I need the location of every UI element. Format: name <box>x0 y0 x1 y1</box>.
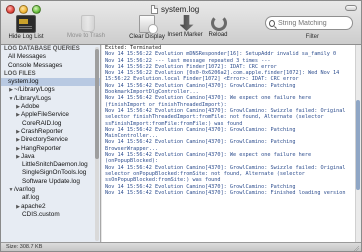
search-icon <box>269 19 275 27</box>
document-icon <box>151 4 158 14</box>
trash-icon <box>80 15 95 32</box>
sidebar-section-header: LOG FILES <box>1 70 100 78</box>
sidebar-folder[interactable]: ▶HangReporter <box>1 145 100 153</box>
sidebar-section-header: LOG DATABASE QUERIES <box>1 45 100 53</box>
reload-button[interactable]: Reload <box>196 15 240 38</box>
sidebar-item-label: ~/Library/Logs <box>14 86 55 94</box>
move-to-trash-button[interactable]: Move to Trash <box>64 15 108 39</box>
close-window-button[interactable] <box>6 5 15 14</box>
sidebar-item-label: system.log <box>8 78 39 86</box>
sidebar-item[interactable]: CDIS.custom <box>1 211 100 219</box>
sidebar-item-label: Adobe <box>21 103 40 111</box>
sidebar-item-label: HangReporter <box>21 144 62 152</box>
sidebar-folder[interactable]: ▶AppleFileService <box>1 111 100 119</box>
sidebar-folder[interactable]: ▶Java <box>1 153 100 161</box>
filter-search-field[interactable] <box>265 16 353 30</box>
sidebar-folder[interactable]: ▼/Library/Logs <box>1 95 100 103</box>
sidebar-item-label: alf.log <box>22 194 40 202</box>
log-line: Nov 14 15:56:22 Evolution mDNSResponder[… <box>105 51 337 58</box>
sidebar-scroll-thumb[interactable] <box>95 49 99 159</box>
sidebar-item[interactable]: Console Messages <box>1 62 100 70</box>
sidebar-folder[interactable]: ▼/var/log <box>1 186 100 194</box>
log-list-sidebar: LOG DATABASE QUERIES All Messages Console … <box>1 45 101 242</box>
log-list: LOG DATABASE QUERIES All Messages Console … <box>1 45 100 219</box>
sidebar-item-label: LOG FILES <box>4 70 36 77</box>
sidebar-item-label: CoreRAID.log <box>22 119 62 127</box>
reload-icon <box>211 15 227 31</box>
clear-display-label: Clear Display <box>129 34 165 40</box>
sidebar-folder[interactable]: ▶Adobe <box>1 103 100 111</box>
log-line: Nov 14 15:56:42 Evolution Camino[4370]: … <box>105 164 346 171</box>
file-size-text: Size: 308.7 KB <box>6 244 43 250</box>
sidebar-folder[interactable]: ▶~/Library/Logs <box>1 86 100 94</box>
hide-log-list-label: Hide Log List <box>8 34 44 40</box>
sidebar-item-label: Java <box>21 152 35 160</box>
sidebar-item[interactable]: SingleSignOnTools.log <box>1 169 100 177</box>
log-line: selector finishThreadedImport:fromFile: … <box>105 114 324 121</box>
sidebar-item[interactable]: Software Update.log <box>1 178 100 186</box>
sidebar-item-label: CDIS.custom <box>22 210 60 218</box>
sidebar-item-label: Software Update.log <box>22 177 80 185</box>
sidebar-item-label: LittleSnitchDaemon.log <box>22 161 88 169</box>
reload-label: Reload <box>208 32 228 38</box>
sidebar-item[interactable]: system.log <box>1 78 100 87</box>
log-line: Nov 14 15:56:42 Evolution Camino[4370]: … <box>105 189 346 196</box>
sidebar-item-label: /Library/Logs <box>14 94 51 102</box>
sidebar-item-label: AppleFileService <box>21 111 69 119</box>
sidebar-item-label: CrashReporter <box>21 127 63 135</box>
sidebar-item[interactable]: LittleSnitchDaemon.log <box>1 161 100 169</box>
sidebar-item-label: LOG DATABASE QUERIES <box>4 46 80 52</box>
move-to-trash-label: Move to Trash <box>66 33 105 39</box>
sidebar-item[interactable]: All Messages <box>1 53 100 61</box>
sidebar-item-label: SingleSignOnTools.log <box>22 169 87 177</box>
zoom-window-button[interactable] <box>32 5 41 14</box>
log-lines: Exited: Terminated Nov 14 15:56:22 Evolut… <box>102 45 361 196</box>
clear-display-icon <box>139 15 158 34</box>
sidebar-item-label: apache2 <box>21 202 46 210</box>
minimize-window-button[interactable] <box>19 5 28 14</box>
log-scroll-thumb[interactable] <box>356 100 360 190</box>
sidebar-item-label: DirectoryService <box>21 136 68 144</box>
sidebar-item[interactable]: CoreRAID.log <box>1 120 100 128</box>
window-title: system.log <box>151 3 199 15</box>
toolbar: system.log Hide Log List Move to Trash C… <box>1 1 361 45</box>
resize-grip-icon[interactable] <box>353 245 359 251</box>
sidebar-item-label: Console Messages <box>8 61 63 69</box>
sidebar-folder[interactable]: ▶apache2 <box>1 203 100 211</box>
window-title-text: system.log <box>161 4 200 14</box>
console-window: system.log Hide Log List Move to Trash C… <box>0 0 362 252</box>
log-list-icon <box>16 15 36 33</box>
filter-label: Filter <box>305 34 319 40</box>
marker-icon <box>179 15 194 31</box>
sidebar-folder[interactable]: ▶CrashReporter <box>1 128 100 136</box>
toolbar-toggle-button[interactable] <box>345 5 357 11</box>
log-view[interactable]: Exited: Terminated Nov 14 15:56:22 Evolut… <box>102 45 361 242</box>
search-input[interactable] <box>278 19 352 27</box>
sidebar-folder[interactable]: ▶DirectoryService <box>1 136 100 144</box>
sidebar-item[interactable]: alf.log <box>1 194 100 202</box>
hide-log-list-button[interactable]: Hide Log List <box>4 15 48 40</box>
sidebar-item-label: /var/log <box>14 186 35 194</box>
sidebar-item-label: All Messages <box>8 53 47 61</box>
status-bar: Size: 308.7 KB <box>1 242 361 251</box>
